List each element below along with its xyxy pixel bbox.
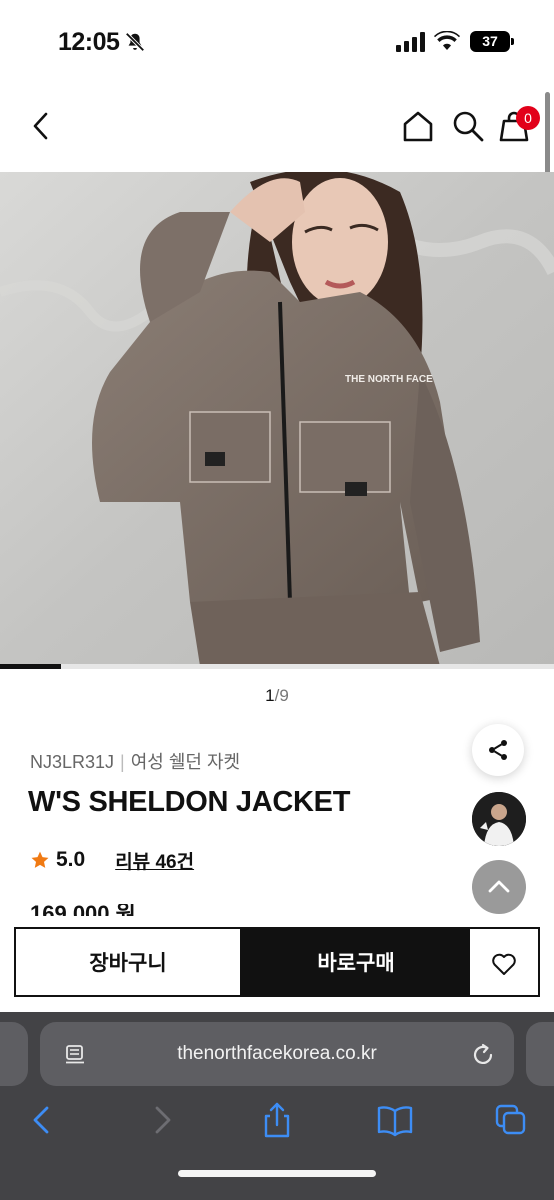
- signal-icon: [396, 32, 425, 52]
- code-separator: |: [120, 752, 125, 772]
- gallery-progress-track: [0, 664, 554, 669]
- back-icon[interactable]: [26, 1102, 60, 1138]
- avatar[interactable]: [472, 792, 526, 846]
- battery-icon: 37: [470, 31, 514, 52]
- gallery-progress-fill: [0, 664, 62, 669]
- price-partial: 169,000 원: [30, 904, 136, 916]
- home-icon[interactable]: [400, 108, 436, 144]
- wishlist-button[interactable]: [470, 927, 540, 997]
- url-text[interactable]: thenorthfacekorea.co.kr: [40, 1043, 514, 1065]
- scroll-to-top-button[interactable]: [472, 860, 526, 914]
- buy-now-button[interactable]: 바로구매: [242, 927, 470, 997]
- bookmarks-icon[interactable]: [376, 1102, 414, 1138]
- share-button[interactable]: [472, 724, 524, 776]
- star-icon: [31, 851, 49, 868]
- gallery-pager: 1/9: [0, 686, 554, 706]
- rating-row: 5.0 리뷰 46건: [30, 846, 194, 874]
- chevron-up-icon: [488, 880, 510, 893]
- purchase-action-bar: 장바구니 바로구매: [0, 926, 554, 1012]
- back-button[interactable]: [24, 108, 60, 144]
- heart-icon: [492, 953, 516, 975]
- product-code-row: NJ3LR31J | 여성 쉘던 자켓: [30, 748, 240, 774]
- home-indicator[interactable]: [178, 1170, 376, 1177]
- tabs-icon[interactable]: [494, 1102, 528, 1138]
- price-text: 169,000 원: [30, 904, 136, 916]
- rating-value: 5.0: [56, 848, 86, 871]
- reload-icon[interactable]: [470, 1042, 496, 1068]
- nav-header: [0, 80, 554, 172]
- product-image[interactable]: THE NORTH FACE: [0, 172, 554, 666]
- product-title: W'S SHELDON JACKET: [28, 786, 351, 818]
- forward-icon[interactable]: [144, 1102, 178, 1138]
- svg-text:THE NORTH FACE: THE NORTH FACE: [345, 374, 433, 385]
- product-photo: THE NORTH FACE: [0, 172, 554, 666]
- avatar-image: [472, 792, 526, 846]
- browser-toolbar: [0, 1102, 554, 1142]
- pager-current: 1: [265, 686, 275, 705]
- product-code: NJ3LR31J: [30, 752, 115, 772]
- status-bar: 12:05 37: [0, 0, 554, 80]
- review-count-link[interactable]: 리뷰 46건: [115, 847, 194, 874]
- bell-off-icon: [125, 32, 145, 52]
- status-time: 12:05: [58, 28, 120, 56]
- address-bar[interactable]: thenorthfacekorea.co.kr: [40, 1022, 514, 1086]
- previous-tab-peek[interactable]: [0, 1022, 28, 1086]
- pager-total: /9: [274, 686, 289, 705]
- product-korean-name: 여성 쉘던 자켓: [130, 752, 241, 772]
- cart-count-badge: 0: [516, 106, 540, 130]
- search-icon[interactable]: [450, 108, 486, 144]
- next-tab-peek[interactable]: [526, 1022, 554, 1086]
- share-icon[interactable]: [260, 1102, 294, 1138]
- wifi-icon: [434, 31, 460, 50]
- share-icon: [489, 740, 507, 760]
- add-to-cart-button[interactable]: 장바구니: [14, 927, 242, 997]
